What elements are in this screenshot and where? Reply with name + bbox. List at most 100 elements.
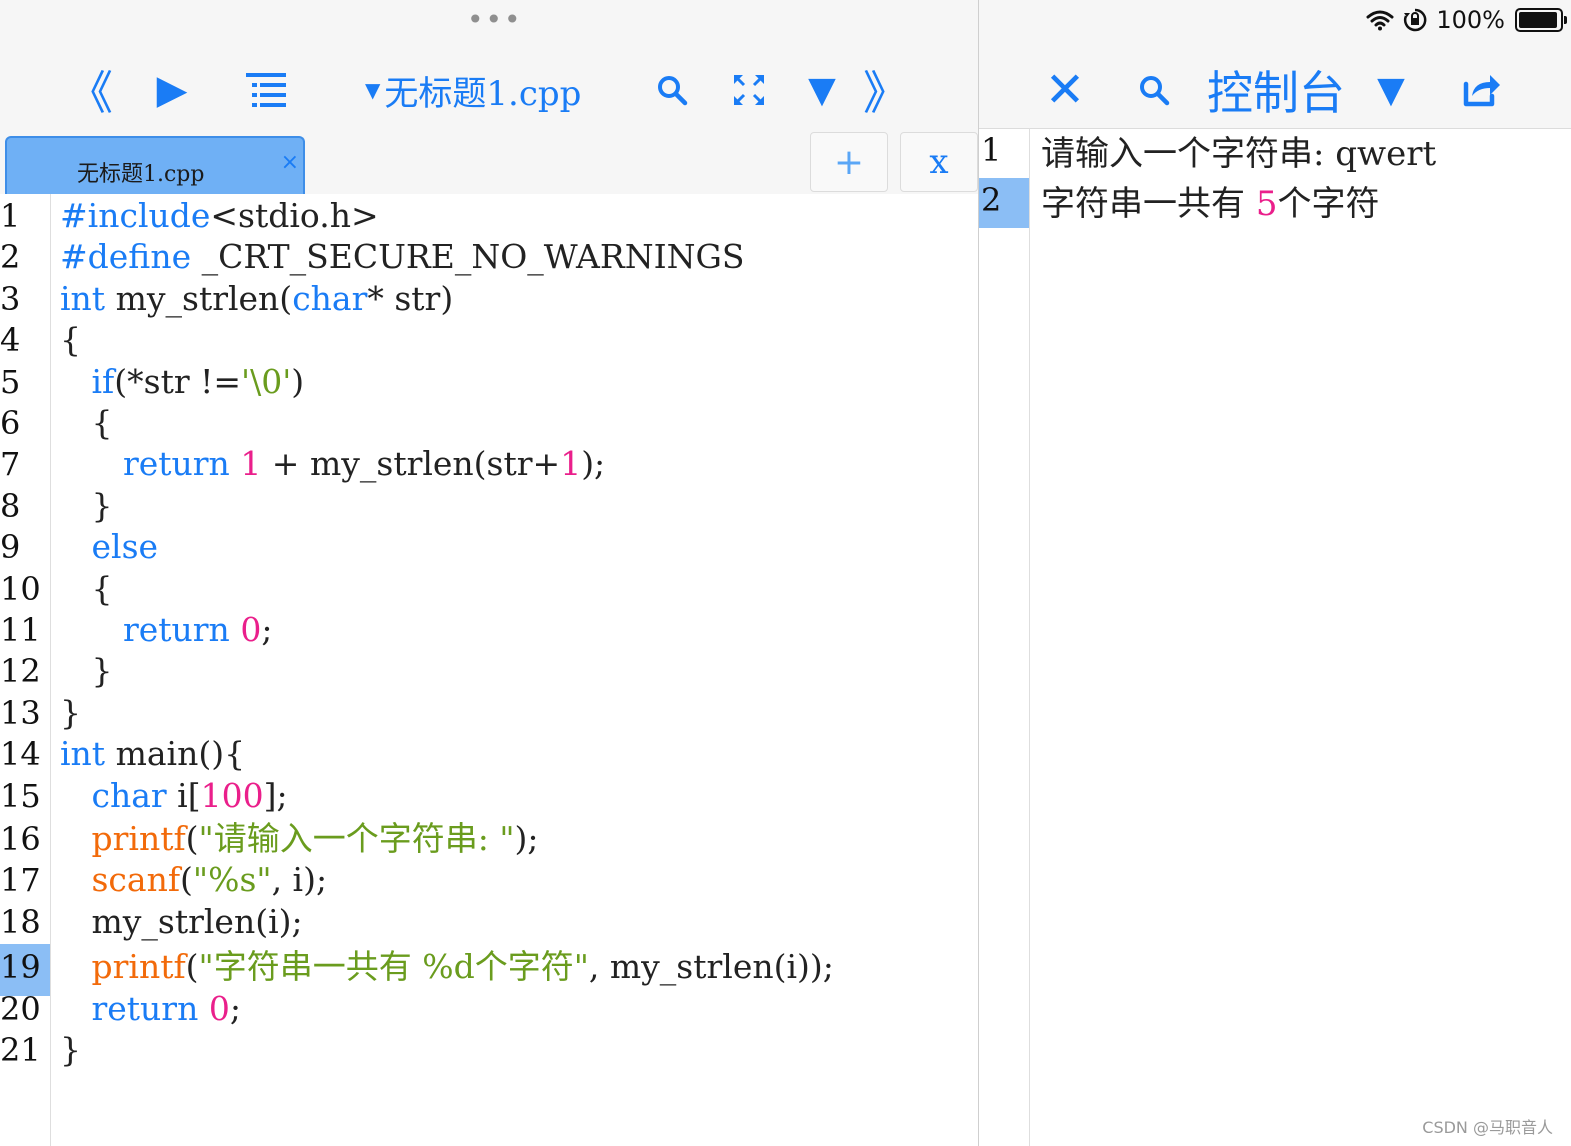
console-pane: 100% ✕ 控制台 ▼ 12 请输入一个字符串: qwert 字符串一共有 5个… — [979, 0, 1571, 1146]
code-line[interactable]: if(*str !='\0') — [60, 362, 304, 402]
code-token: * str) — [367, 278, 454, 318]
tab-file[interactable]: 无标题1.cpp × — [5, 136, 305, 194]
menu-dots-icon[interactable]: ••• — [467, 6, 521, 34]
code-line[interactable]: } — [60, 486, 112, 526]
line-number: 17 — [0, 861, 41, 900]
outline-list-icon[interactable] — [238, 58, 294, 122]
code-token: <stdio.h> — [210, 196, 379, 235]
code-line[interactable]: return 0; — [60, 989, 240, 1029]
run-icon[interactable]: ▶ — [148, 58, 196, 122]
line-number: 4 — [0, 321, 21, 360]
code-line[interactable]: { — [60, 320, 81, 360]
code-token: ); — [514, 819, 539, 858]
file-name-label: 无标题1.cpp — [384, 73, 582, 114]
line-number: 8 — [0, 486, 21, 525]
code-token: 100 — [200, 775, 264, 815]
code-line[interactable]: char i[100]; — [60, 775, 288, 816]
code-token: } — [60, 1030, 81, 1069]
dropdown-icon[interactable]: ▼ — [1369, 58, 1413, 122]
console-line: 请输入一个字符串: qwert — [1041, 132, 1436, 176]
close-console-button[interactable]: ✕ — [1039, 58, 1091, 122]
code-token: printf — [91, 819, 186, 858]
code-token: return — [122, 610, 230, 649]
code-line[interactable]: my_strlen(i); — [60, 901, 303, 942]
chevron-down-icon: ▼ — [365, 78, 381, 102]
fullscreen-icon[interactable] — [726, 58, 772, 122]
console-title: 控制台 — [1207, 66, 1345, 120]
back-icon[interactable]: 《 — [67, 58, 113, 122]
code-line[interactable]: #define _CRT_SECURE_NO_WARNINGS — [60, 237, 744, 277]
code-editor[interactable]: 1 2 3 4 5 6 7 8 9 10 11 12 13 14 15 16 17 18 19 20 21 #inclu… — [0, 194, 978, 1146]
code-token: + my_strlen(str+ — [261, 444, 561, 484]
code-line[interactable]: int my_strlen(char* str) — [60, 279, 453, 319]
line-number: 2 — [0, 238, 21, 277]
code-token: int — [60, 278, 106, 318]
code-line[interactable]: } — [60, 1030, 81, 1070]
search-icon[interactable] — [1134, 58, 1174, 122]
line-number-gutter: 1 2 3 4 5 6 7 8 9 10 11 12 13 14 15 16 17 18 19 20 21 — [0, 194, 51, 1146]
code-token: my_strlen(i); — [60, 901, 303, 941]
code-token: scanf — [91, 860, 181, 900]
code-line[interactable]: else — [60, 527, 158, 567]
file-selector-button[interactable]: ▼ 无标题1.cpp — [365, 58, 590, 122]
code-line[interactable]: { — [60, 403, 112, 443]
code-token: ]; — [263, 775, 288, 815]
code-line[interactable]: return 0; — [60, 610, 272, 650]
console-token: 字符串一共有 — [1041, 184, 1256, 224]
code-line[interactable]: printf("请输入一个字符串: "); — [60, 819, 539, 859]
add-tab-button[interactable]: + — [810, 132, 888, 192]
code-token: int — [60, 734, 106, 774]
watermark: CSDN @马职音人 — [1422, 1118, 1553, 1137]
orientation-lock-icon — [1404, 8, 1427, 32]
close-tab-button[interactable]: x — [900, 132, 978, 192]
search-icon[interactable] — [652, 58, 692, 122]
code-token: i[ — [166, 775, 201, 815]
editor-pane: ••• 《 ▶ ▼ 无标题1.cpp ▼ 》 无标题1.cpp × + x 1 … — [0, 0, 979, 1146]
line-number: 5 — [0, 362, 21, 401]
code-line[interactable]: scanf("%s", i); — [60, 860, 327, 900]
code-line[interactable]: int main(){ — [60, 734, 245, 774]
line-number: 7 — [0, 445, 21, 484]
code-line[interactable]: #include<stdio.h> — [60, 196, 379, 236]
line-number: 15 — [0, 776, 41, 815]
code-line[interactable]: } — [60, 651, 112, 691]
console-line-gutter: 12 — [979, 128, 1030, 1146]
close-icon[interactable]: × — [281, 152, 299, 174]
console-token: 请输入一个字符串: qwert — [1041, 134, 1437, 174]
share-icon[interactable] — [1457, 58, 1505, 122]
code-token: #include — [60, 196, 211, 235]
code-token: } — [60, 692, 81, 732]
close-icon: ✕ — [1044, 62, 1086, 118]
code-token: , i); — [271, 860, 328, 900]
code-line[interactable]: printf("字符串一共有 %d个字符", my_strlen(i)); — [60, 947, 833, 987]
line-number: 13 — [0, 693, 41, 732]
line-number: 20 — [0, 989, 41, 1028]
line-number: 19 — [0, 948, 41, 987]
line-number: 1 — [0, 197, 21, 235]
code-token: _CRT_SECURE_NO_WARNINGS — [191, 237, 745, 277]
console-line-number: 2 — [981, 181, 1002, 219]
code-token: else — [91, 527, 159, 567]
line-number: 12 — [0, 652, 41, 691]
code-line[interactable]: } — [60, 693, 81, 733]
code-line[interactable]: { — [60, 569, 112, 609]
code-token: '\0' — [241, 361, 292, 401]
wifi-icon — [1366, 10, 1394, 31]
code-token: } — [60, 651, 113, 691]
code-token: "请输入一个字符串: " — [198, 819, 515, 858]
code-line[interactable]: return 1 + my_strlen(str+1); — [60, 444, 605, 484]
forward-icon[interactable]: 》 — [863, 58, 909, 122]
console-token: 5 — [1255, 184, 1278, 224]
line-number: 9 — [0, 528, 21, 567]
status-bar: 100% — [1366, 4, 1567, 36]
line-number: 21 — [0, 1031, 41, 1069]
code-token: 1 — [560, 444, 582, 484]
code-token: my_strlen( — [105, 278, 293, 318]
dropdown-icon[interactable]: ▼ — [800, 58, 844, 122]
console-toolbar: 100% ✕ 控制台 ▼ — [979, 0, 1571, 129]
